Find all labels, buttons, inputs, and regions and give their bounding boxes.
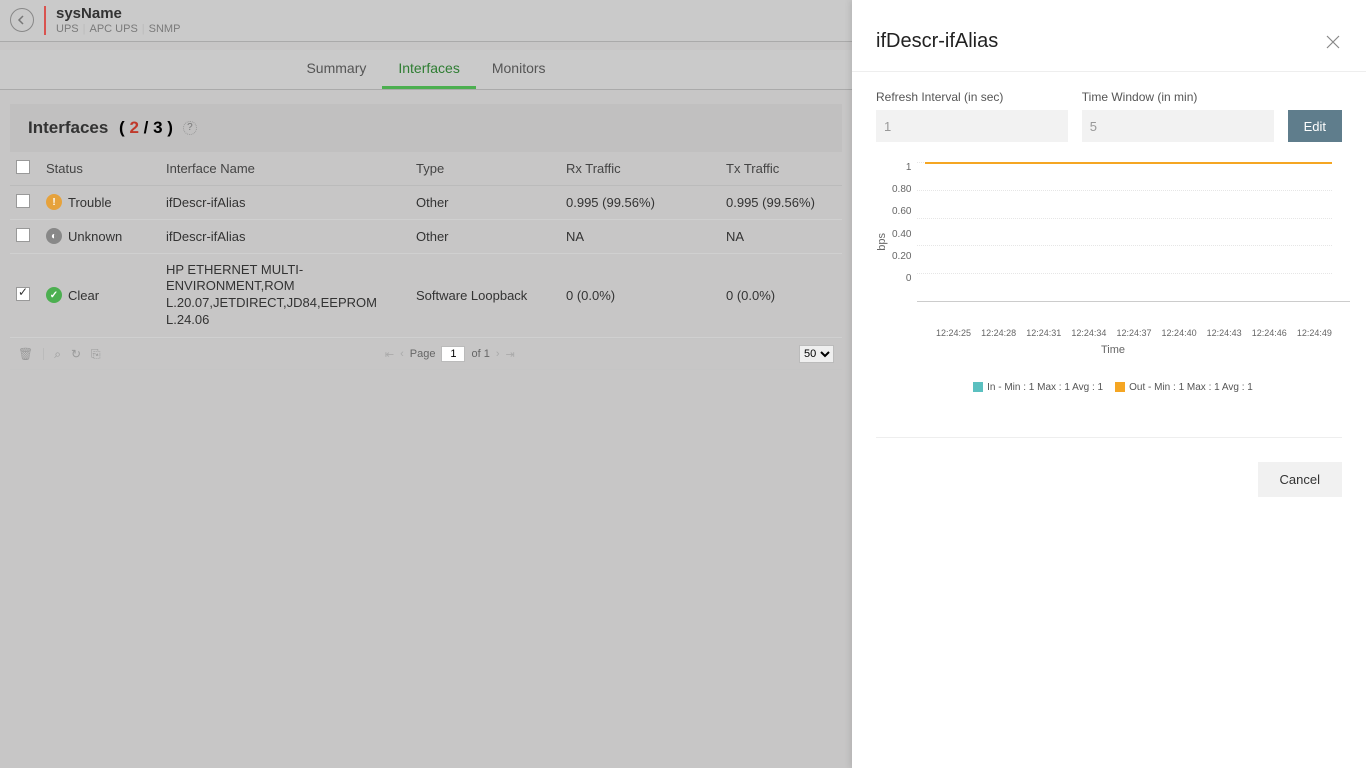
rx-traffic: 0 (0.0%) [566,288,726,303]
table-row[interactable]: ! Trouble ifDescr-ifAlias Other 0.995 (9… [10,186,842,220]
chart-ylabel: bps [876,233,888,251]
page-title: sysName [56,6,180,23]
panel-title: ifDescr-ifAlias [876,30,998,53]
page-input[interactable] [441,346,465,362]
chart-plot [917,162,1350,302]
panel-controls: Refresh Interval (in sec) Time Window (i… [852,72,1366,142]
page-first-icon[interactable]: ⇤ [385,348,394,361]
row-checkbox[interactable] [16,228,30,242]
select-all-checkbox[interactable] [16,160,30,174]
col-rx[interactable]: Rx Traffic [566,161,726,176]
interface-type: Other [416,195,566,210]
status-cell: ! Trouble [46,194,166,210]
page-of-label: of 1 [471,348,489,360]
side-panel: ifDescr-ifAlias Refresh Interval (in sec… [852,0,1366,768]
table-header: Status Interface Name Type Rx Traffic Tx… [10,152,842,186]
check-icon: ✓ [46,287,62,303]
page-size-select[interactable]: 50 [799,345,834,363]
interface-type: Other [416,229,566,244]
page-prev-icon[interactable]: ‹ [400,348,404,360]
tabs: Summary Interfaces Monitors [0,50,852,90]
tab-monitors[interactable]: Monitors [476,50,562,89]
page-header: sysName UPS| APC UPS| SNMP [0,0,852,42]
interfaces-table: Status Interface Name Type Rx Traffic Tx… [10,152,842,339]
rx-traffic: 0.995 (99.56%) [566,195,726,210]
legend-swatch-in [973,382,983,392]
chart-xaxis: 12:24:25 12:24:28 12:24:31 12:24:34 12:2… [936,328,1332,338]
col-type[interactable]: Type [416,161,566,176]
cancel-button[interactable]: Cancel [1258,462,1342,497]
chart-legend: In - Min : 1 Max : 1 Avg : 1 Out - Min :… [876,382,1350,393]
breadcrumb-item[interactable]: APC UPS [89,23,137,35]
page-last-icon[interactable]: ⇥ [506,348,515,361]
breadcrumb: UPS| APC UPS| SNMP [56,23,180,35]
table-row[interactable]: ◐ Unknown ifDescr-ifAlias Other NA NA [10,220,842,254]
close-icon[interactable] [1324,33,1342,51]
interface-type: Software Loopback [416,288,566,303]
search-icon[interactable]: ⌕ [54,347,61,362]
chart: bps 1 0.80 0.60 0.40 0.20 0 12:24:25 12:… [852,142,1366,393]
panel-header: ifDescr-ifAlias [852,0,1366,72]
warning-icon: ! [46,194,62,210]
chart-line-out [925,162,1332,164]
breadcrumb-item[interactable]: UPS [56,23,79,35]
page-next-icon[interactable]: › [496,348,500,360]
tab-summary[interactable]: Summary [290,50,382,89]
col-name[interactable]: Interface Name [166,161,416,176]
row-checkbox[interactable] [16,287,30,301]
delete-icon[interactable]: 🗑 [18,347,33,361]
window-input [1082,110,1274,142]
status-cell: ◐ Unknown [46,228,166,244]
breadcrumb-item[interactable]: SNMP [149,23,181,35]
interface-name: ifDescr-ifAlias [166,195,416,210]
main-content: sysName UPS| APC UPS| SNMP Summary Inter… [0,0,852,768]
rx-traffic: NA [566,229,726,244]
title-block: sysName UPS| APC UPS| SNMP [44,6,180,35]
legend-swatch-out [1115,382,1125,392]
unknown-icon: ◐ [46,228,62,244]
chart-xlabel: Time [876,344,1350,356]
status-cell: ✓ Clear [46,287,166,303]
table-footer: 🗑 ⌕ ↻ ⎘ ⇤ ‹ Page of 1 › ⇥ 50 [10,338,842,370]
refresh-label: Refresh Interval (in sec) [876,90,1068,104]
refresh-icon[interactable]: ↻ [71,347,81,361]
export-icon[interactable]: ⎘ [91,347,101,362]
refresh-input [876,110,1068,142]
page-label: Page [410,348,436,360]
help-icon[interactable]: ? [183,121,197,135]
section-counts: ( 2 / 3 ) [114,118,173,138]
section-header: Interfaces ( 2 / 3 ) ? [10,104,842,152]
col-status[interactable]: Status [46,161,166,176]
interface-name: HP ETHERNET MULTI-ENVIRONMENT,ROM L.20.0… [166,262,416,330]
section-title: Interfaces [28,118,108,138]
interface-name: ifDescr-ifAlias [166,229,416,244]
window-label: Time Window (in min) [1082,90,1274,104]
table-row[interactable]: ✓ Clear HP ETHERNET MULTI-ENVIRONMENT,RO… [10,254,842,339]
tab-interfaces[interactable]: Interfaces [382,50,475,89]
back-button[interactable] [10,8,34,32]
edit-button[interactable]: Edit [1288,110,1342,142]
row-checkbox[interactable] [16,194,30,208]
chart-yaxis: 1 0.80 0.60 0.40 0.20 0 [892,162,917,302]
